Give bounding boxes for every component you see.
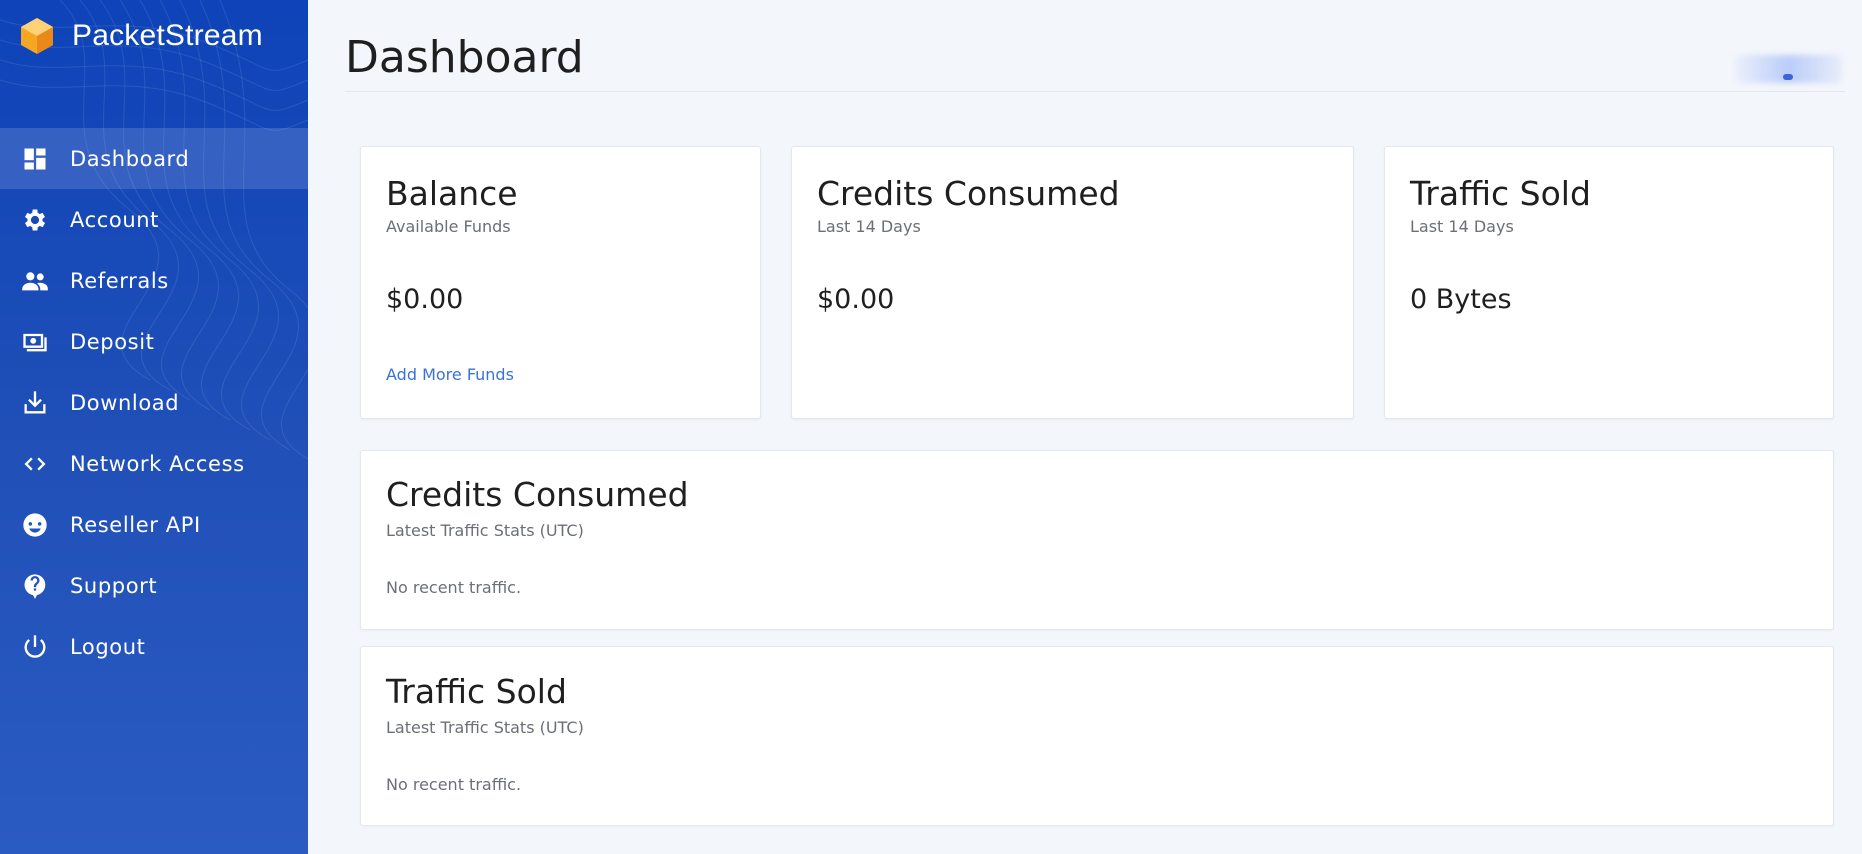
traffic-sold-value: 0 Bytes: [1410, 284, 1512, 315]
sidebar-item-download[interactable]: Download: [0, 372, 308, 433]
sidebar-item-label: Deposit: [70, 329, 155, 354]
sidebar-item-label: Logout: [70, 634, 146, 659]
brand[interactable]: PacketStream: [18, 16, 263, 56]
credits-consumed-card: Credits Consumed Last 14 Days $0.00: [791, 146, 1354, 419]
card-title: Balance: [386, 174, 518, 213]
gear-icon: [20, 205, 50, 235]
add-more-funds-link[interactable]: Add More Funds: [386, 365, 514, 384]
sidebar-item-logout[interactable]: Logout: [0, 616, 308, 677]
sidebar-item-label: Network Access: [70, 451, 245, 476]
sidebar-item-label: Referrals: [70, 268, 169, 293]
sidebar-item-label: Dashboard: [70, 146, 190, 171]
empty-state-text: No recent traffic.: [386, 578, 522, 597]
sidebar: PacketStream Dashboard Account Referrals…: [0, 0, 308, 854]
help-bubble-icon: [20, 571, 50, 601]
credits-consumed-value: $0.00: [817, 284, 895, 315]
brand-name: PacketStream: [72, 19, 263, 52]
panel-title: Traffic Sold: [386, 672, 567, 711]
sidebar-item-label: Download: [70, 390, 180, 415]
card-title: Traffic Sold: [1410, 174, 1591, 213]
dashboard-grid-icon: [20, 144, 50, 174]
user-menu-indicator: [1783, 74, 1793, 80]
api-face-icon: [20, 510, 50, 540]
code-brackets-icon: [20, 449, 50, 479]
hexagon-cube-icon: [21, 18, 53, 54]
download-tray-icon: [20, 388, 50, 418]
sidebar-item-referrals[interactable]: Referrals: [0, 250, 308, 311]
panel-subtitle: Latest Traffic Stats (UTC): [386, 521, 584, 540]
cash-icon: [20, 327, 50, 357]
sidebar-item-support[interactable]: Support: [0, 555, 308, 616]
sidebar-item-reseller-api[interactable]: Reseller API: [0, 494, 308, 555]
balance-card: Balance Available Funds $0.00 Add More F…: [360, 146, 761, 419]
traffic-sold-card: Traffic Sold Last 14 Days 0 Bytes: [1384, 146, 1834, 419]
sidebar-item-dashboard[interactable]: Dashboard: [0, 128, 308, 189]
sidebar-item-label: Reseller API: [70, 512, 201, 537]
sidebar-item-account[interactable]: Account: [0, 189, 308, 250]
power-icon: [20, 632, 50, 662]
header-divider: [345, 91, 1845, 92]
panel-subtitle: Latest Traffic Stats (UTC): [386, 718, 584, 737]
sidebar-item-network-access[interactable]: Network Access: [0, 433, 308, 494]
sidebar-item-label: Account: [70, 207, 159, 232]
page-title: Dashboard: [345, 32, 584, 83]
panel-title: Credits Consumed: [386, 475, 689, 514]
credits-consumed-panel: Credits Consumed Latest Traffic Stats (U…: [360, 450, 1834, 630]
balance-value: $0.00: [386, 284, 464, 315]
people-icon: [20, 266, 50, 296]
card-subtitle: Available Funds: [386, 217, 511, 236]
sidebar-nav: Dashboard Account Referrals Deposit Down…: [0, 128, 308, 677]
card-subtitle: Last 14 Days: [1410, 217, 1514, 236]
card-subtitle: Last 14 Days: [817, 217, 921, 236]
empty-state-text: No recent traffic.: [386, 775, 522, 794]
sidebar-item-deposit[interactable]: Deposit: [0, 311, 308, 372]
traffic-sold-panel: Traffic Sold Latest Traffic Stats (UTC) …: [360, 646, 1834, 826]
card-title: Credits Consumed: [817, 174, 1120, 213]
sidebar-item-label: Support: [70, 573, 158, 598]
